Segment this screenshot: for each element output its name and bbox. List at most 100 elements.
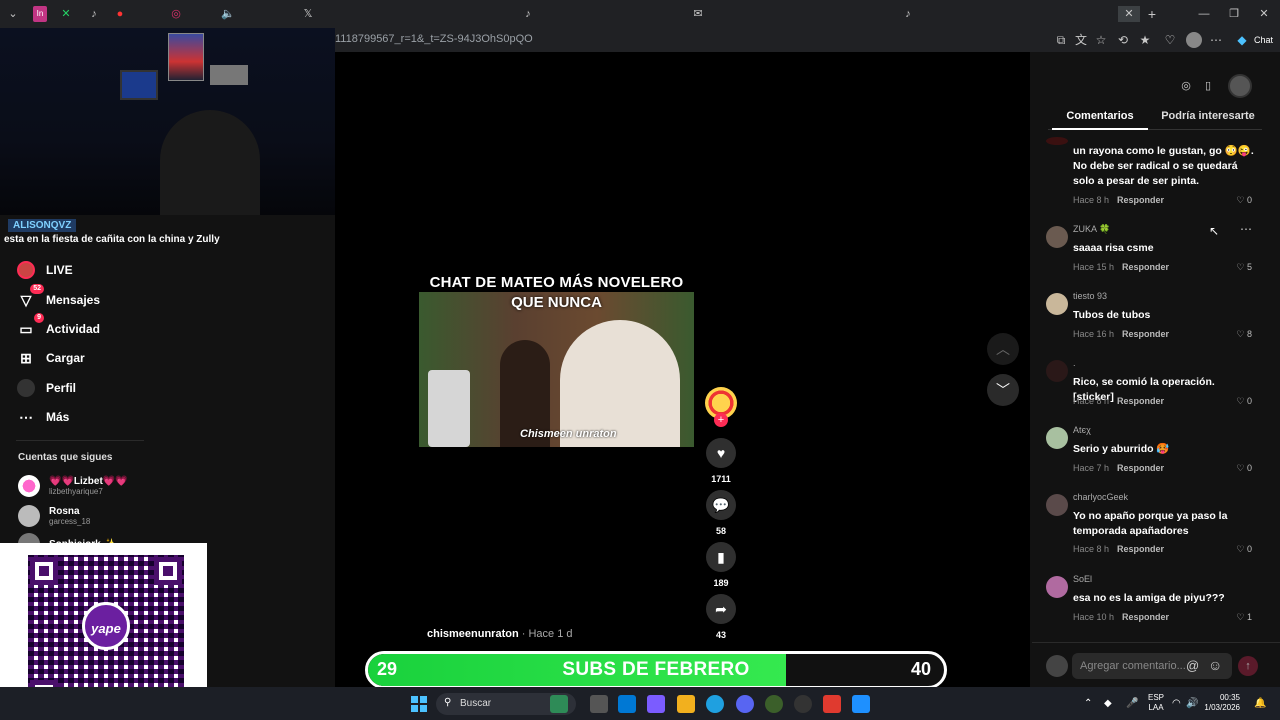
taskbar-app-icon[interactable] [765, 695, 783, 713]
extension-icon[interactable]: ⟲ [1115, 32, 1131, 48]
tab-list-icon[interactable]: ⌄ [5, 6, 21, 22]
reply-button[interactable]: Responder [1122, 612, 1169, 622]
minimize-icon[interactable]: — [1196, 6, 1212, 22]
taskbar-app-icon[interactable] [550, 695, 568, 713]
tab-favicon[interactable]: ✕ [58, 6, 74, 22]
windows-start-icon[interactable] [411, 696, 427, 712]
comment-like[interactable]: ♡ 0 [1236, 396, 1252, 407]
discord-icon[interactable] [736, 695, 754, 713]
language-indicator[interactable]: ESP LAA [1148, 693, 1164, 713]
like-count: 0 [1246, 463, 1252, 473]
sidebar-item-live[interactable]: LIVE [16, 259, 73, 281]
taskbar-app-icon[interactable] [647, 695, 665, 713]
comment-user[interactable]: SoEl [1073, 574, 1092, 584]
compass-icon[interactable]: ◎ [1177, 77, 1195, 95]
system-clock[interactable]: 00:35 1/03/2026 [1200, 693, 1240, 713]
heart-icon[interactable]: ♡ [1162, 32, 1178, 48]
comment-user[interactable]: . [1073, 358, 1076, 368]
background-monitor [120, 70, 158, 100]
following-account[interactable]: 💗💗Lizbet💗💗 lizbethyarique7 [18, 475, 128, 497]
like-button[interactable]: ♥ [706, 438, 736, 468]
comment-like[interactable]: ♡ 0 [1236, 195, 1252, 206]
tray-chevron-icon[interactable]: ⌃ [1084, 698, 1092, 709]
like-count: 0 [1246, 544, 1252, 554]
user-avatar[interactable] [1228, 74, 1252, 98]
tab-favicon[interactable]: ● [112, 6, 128, 22]
notification-icon[interactable]: 🔔 [1254, 698, 1266, 709]
open-app-icon[interactable]: ⧉ [1053, 32, 1069, 48]
emoji-icon[interactable]: ☺ [1208, 657, 1222, 673]
reply-button[interactable]: Responder [1117, 396, 1164, 406]
taskbar-app-icon[interactable] [852, 695, 870, 713]
previous-video-button[interactable]: ︿ [987, 333, 1019, 365]
wifi-icon[interactable]: ◠ [1172, 698, 1181, 709]
chat-label[interactable]: Chat [1254, 35, 1273, 45]
sidebar-item-messages[interactable]: ▽ 52 Mensajes [16, 284, 100, 311]
browser-profile-avatar[interactable] [1186, 32, 1202, 48]
comment-like[interactable]: ♡ 5 [1236, 262, 1252, 273]
mic-icon[interactable]: 🎤 [1126, 698, 1138, 709]
new-tab-icon[interactable]: + [1144, 6, 1160, 22]
tab-favicon[interactable]: In [33, 6, 47, 22]
comment-like[interactable]: ♡ 0 [1236, 463, 1252, 474]
taskbar-app-icon[interactable] [794, 695, 812, 713]
edge-icon[interactable] [706, 695, 724, 713]
comment-like[interactable]: ♡ 8 [1236, 329, 1252, 340]
reply-button[interactable]: Responder [1122, 262, 1169, 272]
comment-meta: Hace 15 h Responder [1073, 262, 1169, 272]
taskbar-app-icon[interactable] [823, 695, 841, 713]
comment-button[interactable]: 💬 [706, 490, 736, 520]
tab-favicon[interactable]: 🔈 [220, 6, 236, 22]
reply-button[interactable]: Responder [1117, 544, 1164, 554]
tab-suggestions[interactable]: Podría interesarte [1160, 110, 1256, 122]
next-video-button[interactable]: ﹀ [987, 374, 1019, 406]
comment-like[interactable]: ♡ 0 [1236, 544, 1252, 555]
taskbar-app-icon[interactable] [618, 695, 636, 713]
comment-user[interactable]: Atєχ [1073, 425, 1091, 435]
tray-app-icon[interactable]: ◆ [1104, 698, 1112, 709]
profile-icon [16, 378, 36, 398]
comment-user[interactable]: tiesto 93 [1073, 291, 1107, 301]
tab-favicon[interactable]: ◎ [168, 6, 184, 22]
sidebar-item-profile[interactable]: Perfil [16, 377, 76, 399]
favorite-icon[interactable]: ☆ [1093, 32, 1109, 48]
copilot-icon[interactable]: ◆ [1234, 32, 1250, 48]
send-arrow-icon[interactable]: ↑ [1238, 656, 1258, 676]
sidebar-item-more[interactable]: ⋯ Más [16, 406, 69, 428]
save-button[interactable]: ▮ [706, 542, 736, 572]
tab-comments[interactable]: Comentarios [1052, 110, 1148, 122]
sidebar-item-activity[interactable]: ▭ 9 Actividad [16, 313, 100, 340]
maximize-icon[interactable]: ❐ [1226, 6, 1242, 22]
tab-favicon[interactable]: ♪ [86, 6, 102, 22]
video-author-line[interactable]: chismeenunraton · Hace 1 d [427, 628, 573, 640]
taskbar-app-icon[interactable] [590, 695, 608, 713]
translate-icon[interactable]: 文 [1073, 32, 1089, 48]
comment-like[interactable]: ♡ 1 [1236, 612, 1252, 623]
comment-user[interactable]: ZUKA 🍀 [1073, 224, 1110, 235]
reply-button[interactable]: Responder [1122, 329, 1169, 339]
folder-icon[interactable] [677, 695, 695, 713]
tab-favicon[interactable]: ♪ [520, 6, 536, 22]
comment-user[interactable]: charlyocGeek [1073, 492, 1128, 502]
url-text[interactable]: 1118799567_r=1&_t=ZS-94J3OhS0pQO [335, 33, 533, 45]
close-tab-icon[interactable]: ✕ [1118, 6, 1140, 22]
volume-icon[interactable]: 🔊 [1186, 698, 1198, 709]
comment-time: Hace 16 h [1073, 329, 1115, 339]
tab-favicon[interactable]: 𝕏 [300, 6, 316, 22]
following-account[interactable]: Rosna garcess_18 [18, 505, 90, 527]
share-button[interactable]: ➦ [706, 594, 736, 624]
author-name[interactable]: chismeenunraton [427, 628, 519, 640]
tab-favicon[interactable]: ✉ [690, 6, 706, 22]
close-window-icon[interactable]: ✕ [1256, 6, 1272, 22]
device-icon[interactable]: ▯ [1199, 77, 1217, 95]
reply-button[interactable]: Responder [1117, 463, 1164, 473]
menu-icon[interactable]: ⋯ [1208, 32, 1224, 48]
tab-favicon[interactable]: ♪ [900, 6, 916, 22]
favorites-icon[interactable]: ★ [1137, 32, 1153, 48]
more-options-icon[interactable]: ⋯ [1240, 222, 1252, 236]
sidebar-item-upload[interactable]: ⊞ Cargar [16, 347, 85, 369]
reply-button[interactable]: Responder [1117, 195, 1164, 205]
follow-plus-icon[interactable]: + [714, 413, 728, 427]
background-shelf [210, 65, 248, 85]
mention-icon[interactable]: @ [1186, 658, 1199, 673]
